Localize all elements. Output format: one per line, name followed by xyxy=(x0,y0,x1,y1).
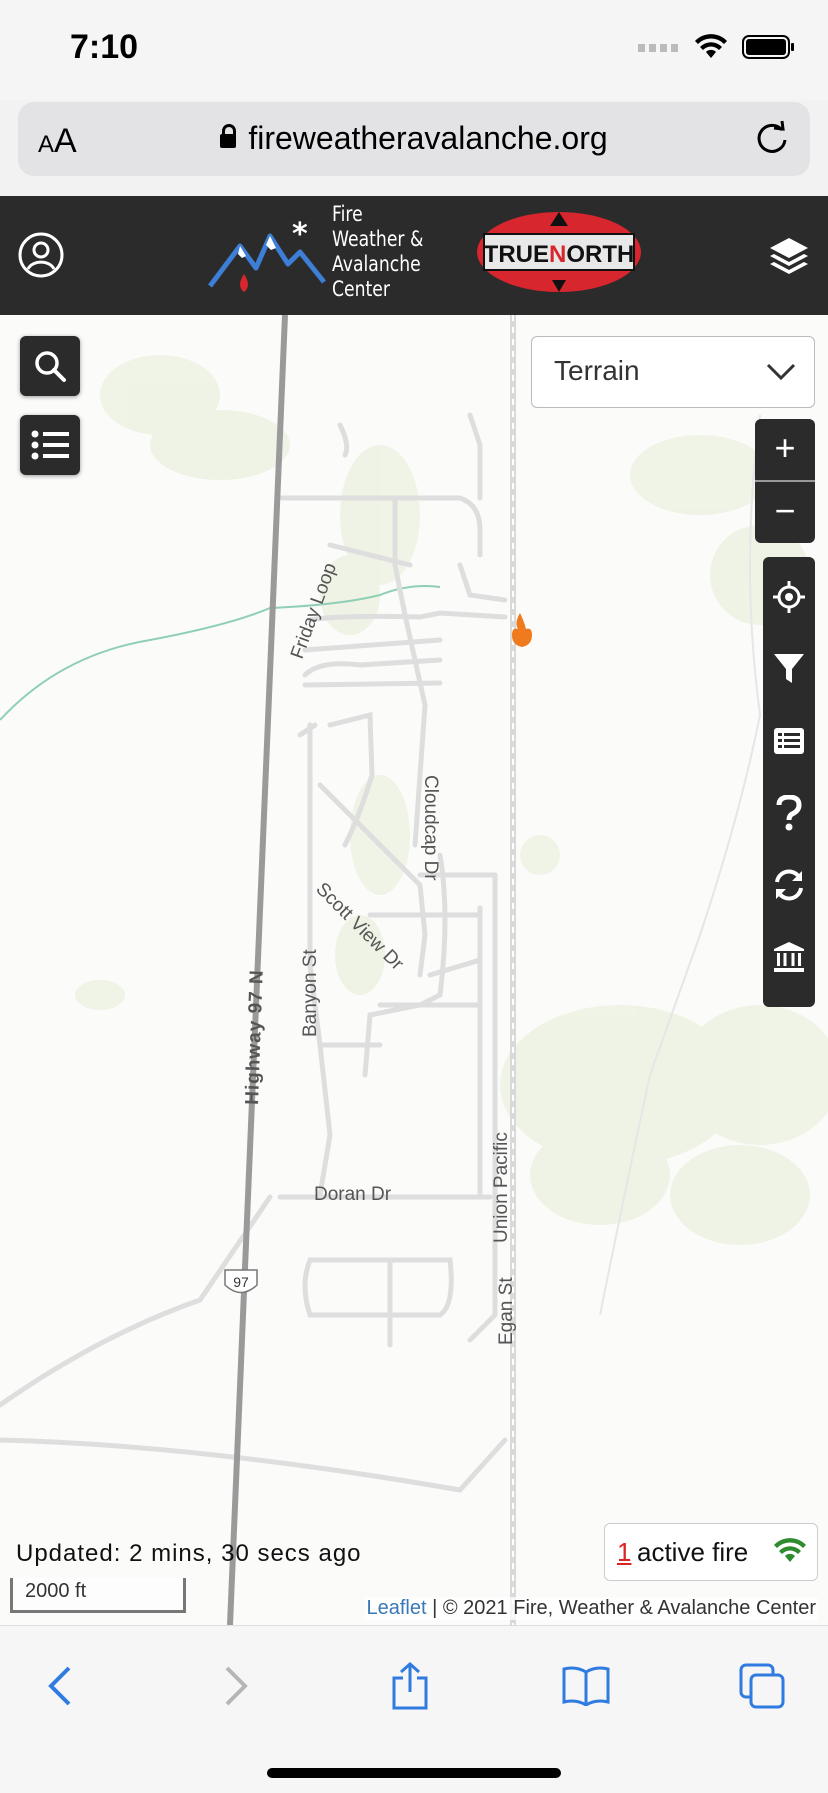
basemap-select[interactable]: Terrain xyxy=(531,336,815,408)
map-toolbar xyxy=(763,557,815,1007)
status-time: 7:10 xyxy=(70,28,139,66)
url-text: fireweatheravalanche.org xyxy=(248,120,608,156)
lock-icon xyxy=(220,123,237,148)
reload-icon[interactable] xyxy=(752,118,792,158)
url-display[interactable]: fireweatheravalanche.org xyxy=(18,120,810,157)
map-label-highway: Highway 97 N xyxy=(242,969,268,1105)
layers-icon[interactable] xyxy=(768,236,810,276)
book-icon xyxy=(562,1666,610,1706)
map-attribution: Leaflet | © 2021 Fire, Weather & Avalanc… xyxy=(364,1597,818,1620)
cellular-signal-icon xyxy=(638,44,678,52)
leaflet-link[interactable]: Leaflet xyxy=(367,1597,427,1619)
status-bar: 7:10 xyxy=(0,0,828,100)
scale-bar: 2000 ft xyxy=(10,1578,186,1613)
locate-icon xyxy=(773,581,805,613)
list-alt-icon xyxy=(774,728,804,754)
agencies-button[interactable] xyxy=(763,921,815,993)
home-indicator xyxy=(267,1768,561,1778)
chevron-left-icon xyxy=(48,1666,71,1706)
scale-label: 2000 ft xyxy=(25,1580,87,1602)
chevron-right-icon xyxy=(225,1666,248,1706)
address-bar[interactable]: AA fireweatheravalanche.org xyxy=(18,102,810,176)
basemap-selected-value: Terrain xyxy=(554,355,640,386)
route-97-shield: 97 xyxy=(224,1269,258,1294)
active-fire-badge[interactable]: 1 active fire xyxy=(604,1523,818,1581)
connection-wifi-icon xyxy=(774,1538,806,1562)
forward-button[interactable] xyxy=(206,1656,266,1716)
zoom-in-button[interactable]: + xyxy=(755,419,815,480)
svg-text:TRUENORTH: TRUENORTH xyxy=(484,241,635,268)
app-header: * Fire Weather & Avalanche Center TRUENO… xyxy=(0,196,828,315)
truenorth-logo: TRUENORTH xyxy=(477,212,641,292)
help-button[interactable] xyxy=(763,777,815,849)
legend-list-button[interactable] xyxy=(763,705,815,777)
locate-button[interactable] xyxy=(763,561,815,633)
map-label-banyon: Banyon St xyxy=(300,949,321,1037)
mountain-logo-icon: * xyxy=(208,217,326,292)
back-button[interactable] xyxy=(30,1656,90,1716)
tabs-icon xyxy=(739,1663,785,1709)
fire-list-button[interactable] xyxy=(20,415,80,475)
zoom-control: + − xyxy=(755,419,815,543)
map-view[interactable]: Friday Loop Cloudcap Dr Scott View Dr Ba… xyxy=(0,315,828,1625)
search-icon xyxy=(35,351,66,382)
chevron-down-icon xyxy=(766,363,796,381)
wifi-icon xyxy=(695,34,727,58)
filter-button[interactable] xyxy=(763,633,815,705)
tabs-button[interactable] xyxy=(732,1656,792,1716)
map-label-doran: Doran Dr xyxy=(314,1184,392,1205)
active-fire-label: active fire xyxy=(637,1537,749,1567)
svg-text:97: 97 xyxy=(233,1274,249,1290)
filter-icon xyxy=(774,654,804,683)
refresh-button[interactable] xyxy=(763,849,815,921)
status-icons xyxy=(638,34,796,60)
refresh-icon xyxy=(775,869,803,901)
help-icon xyxy=(776,795,802,831)
fwac-logo-text: Fire Weather & Avalanche Center xyxy=(332,202,424,301)
share-button[interactable] xyxy=(380,1656,440,1716)
active-fire-count[interactable]: 1 xyxy=(617,1537,631,1568)
search-button[interactable] xyxy=(20,336,80,396)
map-label-union-pacific: Union Pacific xyxy=(491,1132,512,1243)
terrain-basemap[interactable]: Friday Loop Cloudcap Dr Scott View Dr Ba… xyxy=(0,315,828,1625)
battery-icon xyxy=(742,35,794,59)
map-label-egan: Egan St xyxy=(496,1277,517,1345)
user-account-icon[interactable] xyxy=(18,232,64,278)
list-icon xyxy=(31,430,69,460)
updated-timestamp: Updated: 2 mins, 30 secs ago xyxy=(16,1540,362,1567)
bookmarks-button[interactable] xyxy=(556,1656,616,1716)
browser-toolbar xyxy=(0,1625,828,1793)
map-label-cloudcap: Cloudcap Dr xyxy=(420,775,441,881)
zoom-out-button[interactable]: − xyxy=(755,482,815,543)
svg-text:*: * xyxy=(292,217,308,252)
share-icon xyxy=(392,1662,428,1710)
museum-icon xyxy=(774,942,804,972)
